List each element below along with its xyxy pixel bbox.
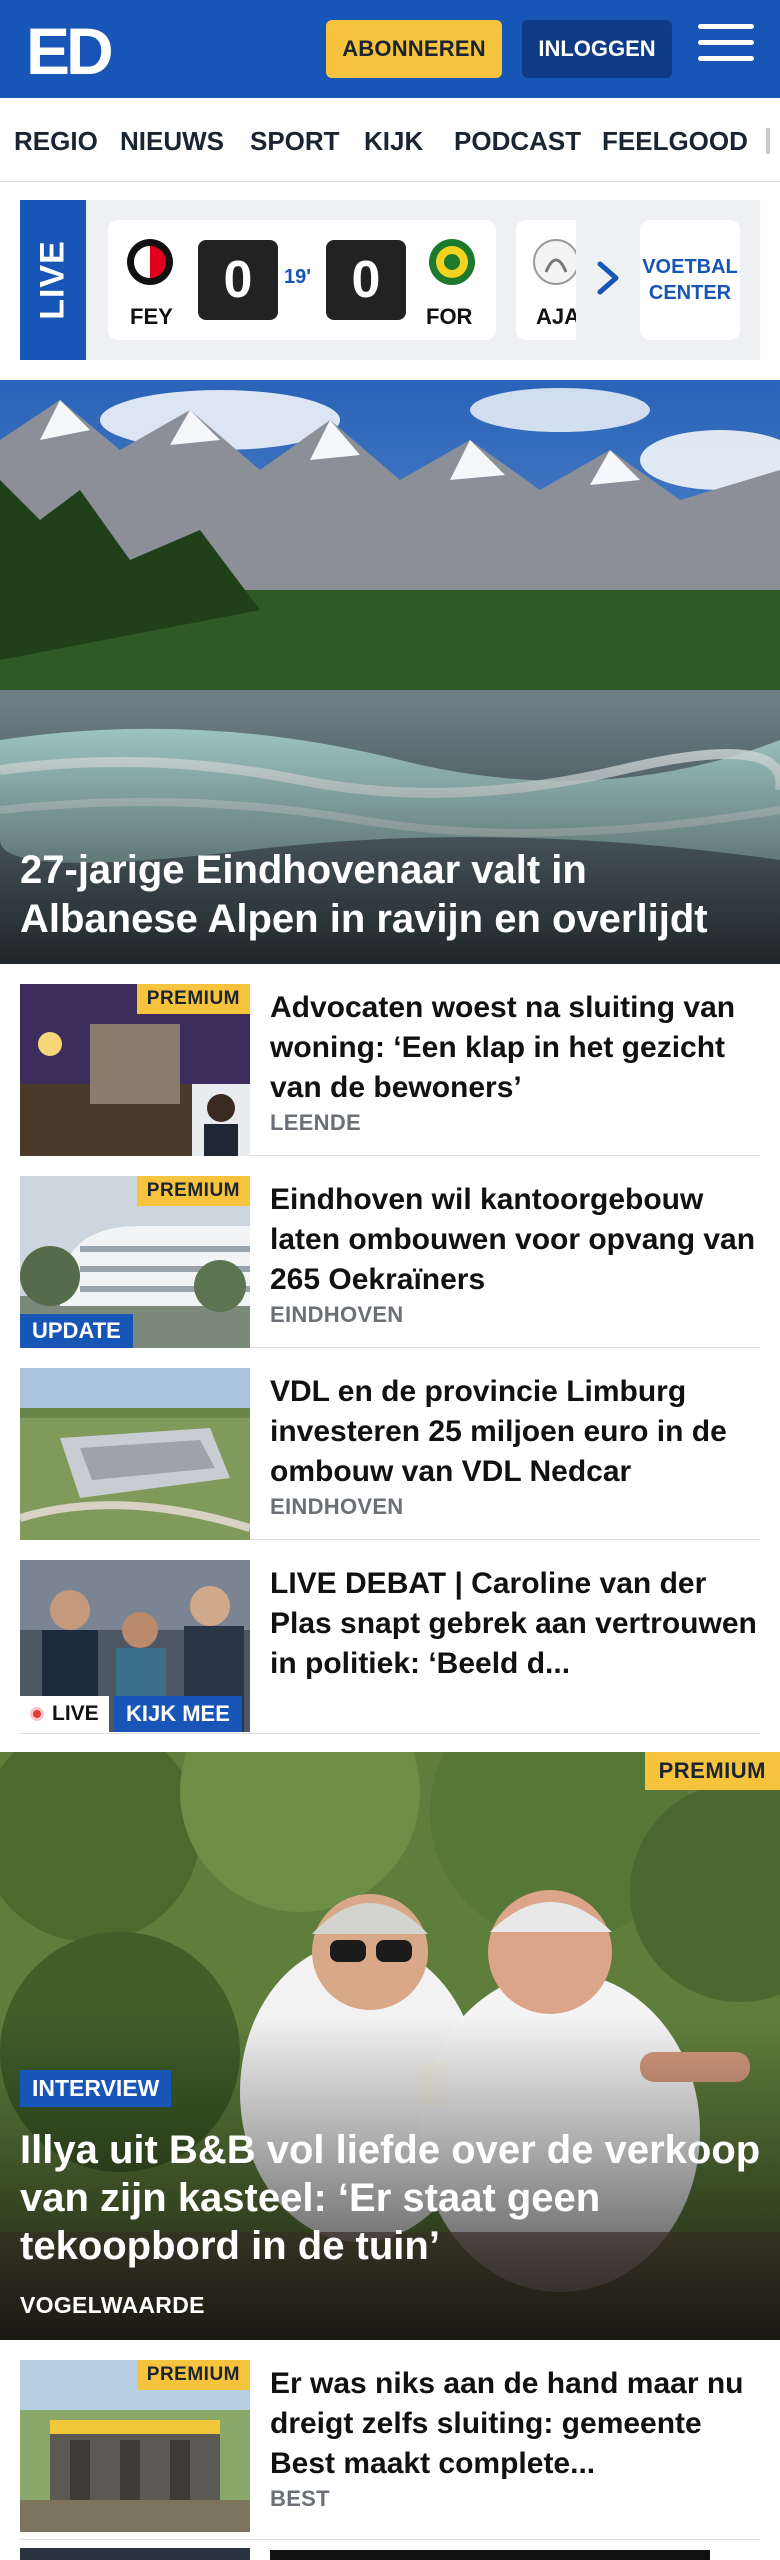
section-nav: REGIO NIEUWS SPORT KIJK PODCAST FEELGOOD: [0, 98, 780, 182]
nav-item-kijk[interactable]: KIJK: [364, 126, 423, 157]
home-team-name: FEY: [130, 304, 173, 329]
article-title[interactable]: Eindhoven wil kantoorgebouw laten ombouw…: [270, 1180, 760, 1300]
article-location: BEST: [270, 2486, 330, 2511]
hero-title[interactable]: 27-jarige Eindhovenaar valt in Albanese …: [20, 846, 760, 944]
hamburger-menu-icon[interactable]: [698, 24, 754, 72]
feature-location: VOGELWAARDE: [20, 2292, 205, 2318]
nav-item-podcast[interactable]: PODCAST: [454, 126, 581, 157]
match-card-next[interactable]: AJA: [516, 220, 576, 340]
article-item[interactable]: PREMIUM UPDATE Eindhoven wil kantoorgebo…: [20, 1156, 760, 1348]
article-item[interactable]: LIVE KIJK MEE LIVE DEBAT | Caroline van …: [20, 1540, 760, 1734]
article-thumbnail: PREMIUM: [20, 984, 250, 1156]
next-home-team-name: AJA: [536, 304, 576, 329]
fortuna-logo-icon: [429, 239, 475, 285]
article-thumbnail: PREMIUM UPDATE: [20, 1176, 250, 1348]
interview-badge: INTERVIEW: [20, 2070, 172, 2107]
site-header: ED ABONNEREN INLOGGEN: [0, 0, 780, 98]
article-location: LEENDE: [270, 1110, 362, 1135]
premium-badge: PREMIUM: [136, 984, 250, 1014]
watch-badge[interactable]: KIJK MEE: [114, 1696, 242, 1732]
hero-article[interactable]: 27-jarige Eindhovenaar valt in Albanese …: [0, 380, 780, 964]
subscribe-button[interactable]: ABONNEREN: [326, 20, 502, 78]
login-button[interactable]: INLOGGEN: [522, 20, 672, 78]
article-item[interactable]: VDL en de provincie Limburg investeren 2…: [20, 1348, 760, 1540]
away-team-name: FOR: [426, 304, 473, 329]
article-location: EINDHOVEN: [270, 1302, 404, 1327]
nav-item-regio[interactable]: REGIO: [14, 126, 98, 157]
nav-overflow-divider: [766, 128, 770, 154]
home-score: 0: [198, 240, 278, 320]
article-title[interactable]: Advocaten woest na sluiting van woning: …: [270, 988, 760, 1108]
article-thumbnail: PREMIUM: [20, 2360, 250, 2532]
live-tab[interactable]: LIVE: [20, 200, 86, 360]
nav-item-sport[interactable]: SPORT: [250, 126, 340, 157]
article-thumbnail: [20, 1368, 250, 1540]
nav-item-feelgood[interactable]: FEELGOOD: [602, 126, 748, 157]
feature-article[interactable]: PREMIUM INTERVIEW Illya uit B&B vol lief…: [0, 1752, 780, 2340]
live-dot-icon: [30, 1707, 44, 1721]
match-minute: 19': [284, 266, 312, 288]
away-score: 0: [326, 240, 406, 320]
next-article-title-partial: [270, 2550, 710, 2560]
ed-logo[interactable]: ED: [26, 16, 116, 80]
premium-badge: PREMIUM: [136, 2360, 250, 2390]
article-title[interactable]: LIVE DEBAT | Caroline van der Plas snapt…: [270, 1564, 760, 1684]
feature-title[interactable]: Illya uit B&B vol liefde over de verkoop…: [20, 2126, 770, 2270]
match-card-fey-for[interactable]: FEY 0 19' 0 FOR: [108, 220, 496, 340]
article-thumbnail: LIVE KIJK MEE: [20, 1560, 250, 1732]
article-item[interactable]: PREMIUM Advocaten woest na sluiting van …: [20, 964, 760, 1156]
live-badge: LIVE: [20, 1696, 109, 1732]
update-badge: UPDATE: [20, 1314, 133, 1348]
article-title[interactable]: VDL en de provincie Limburg investeren 2…: [270, 1372, 760, 1492]
premium-badge: PREMIUM: [136, 1176, 250, 1206]
article-location: EINDHOVEN: [270, 1494, 404, 1519]
feyenoord-logo-icon: [127, 239, 173, 285]
svg-text:ED: ED: [26, 16, 111, 80]
voetbal-center-link[interactable]: VOETBAL CENTER: [640, 220, 740, 340]
next-article-thumbnail-partial: [20, 2548, 250, 2560]
ajax-logo-icon: [533, 239, 576, 285]
article-item[interactable]: PREMIUM Er was niks aan de hand maar nu …: [20, 2340, 760, 2540]
nav-item-nieuws[interactable]: NIEUWS: [120, 126, 224, 157]
premium-badge: PREMIUM: [644, 1752, 780, 1790]
chevron-right-icon[interactable]: [588, 258, 628, 298]
article-title[interactable]: Er was niks aan de hand maar nu dreigt z…: [270, 2364, 760, 2484]
live-scores-bar: LIVE FEY 0 19' 0 FOR AJA VOETBAL CENTER: [20, 200, 760, 360]
